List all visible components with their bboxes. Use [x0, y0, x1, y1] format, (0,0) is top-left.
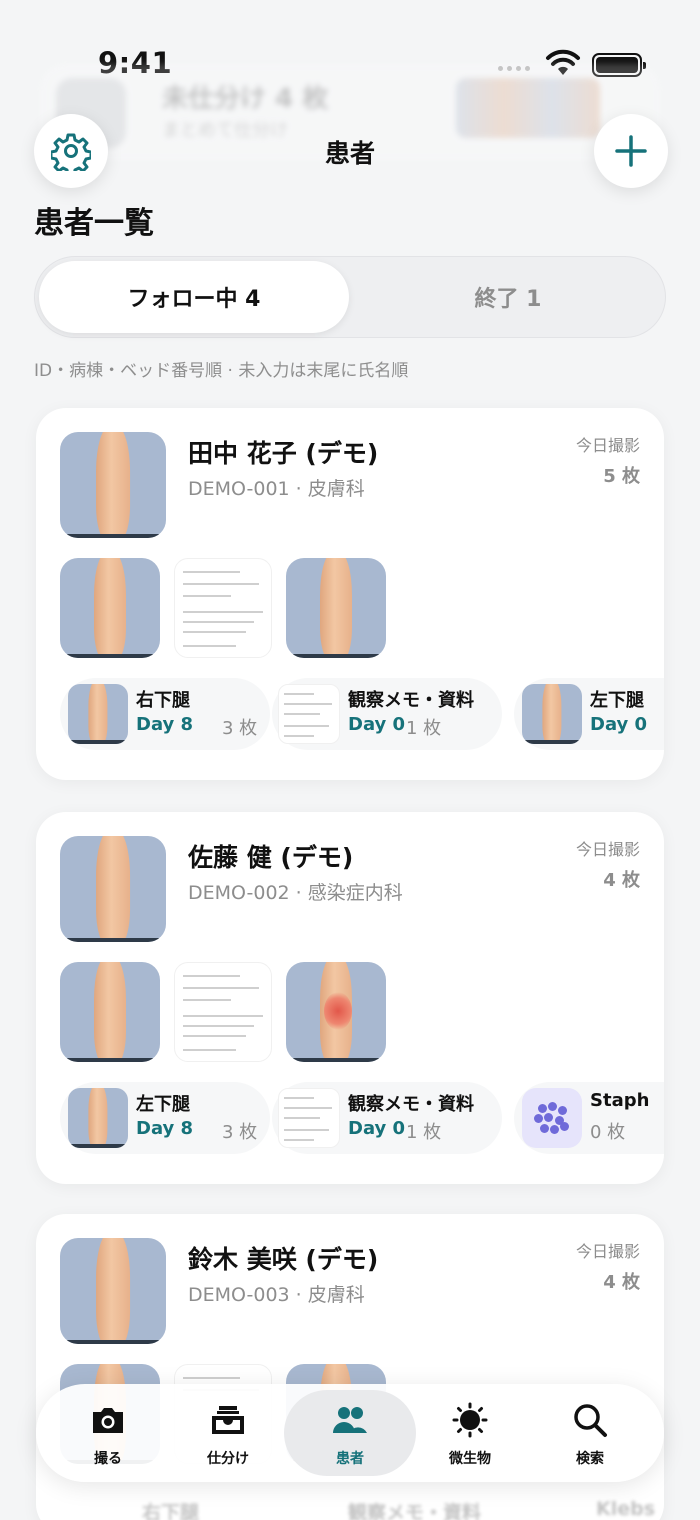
site-thumbnail — [68, 684, 128, 744]
ghost-chip-1: 右下腿 — [142, 1502, 200, 1520]
document-thumbnail[interactable] — [174, 962, 272, 1062]
site-chip[interactable]: 観察メモ・資料 Day 0 1 枚 — [272, 678, 502, 750]
tab-sort[interactable]: 仕分け — [168, 1384, 288, 1482]
site-count: 3 枚 — [222, 718, 258, 739]
tab-label: 検索 — [576, 1451, 604, 1467]
site-day: Day 0 — [348, 714, 406, 735]
tab-capture[interactable]: 撮る — [48, 1384, 168, 1482]
photo-thumbnail[interactable] — [60, 558, 160, 658]
banner-photos — [456, 78, 600, 138]
people-icon — [333, 1407, 367, 1433]
photo-thumbnail[interactable] — [286, 558, 386, 658]
photo-thumbnail[interactable] — [286, 962, 386, 1062]
site-day: Day 8 — [136, 714, 194, 735]
site-title: 観察メモ・資料 — [348, 690, 474, 711]
today-shot-count: 5 枚 — [603, 466, 640, 487]
site-title: 左下腿 — [590, 690, 644, 711]
patient-avatar-photo — [60, 836, 166, 942]
tab-label: 撮る — [94, 1451, 122, 1467]
site-thumbnail — [68, 1088, 128, 1148]
today-shot-label: 今日撮影 — [575, 436, 640, 455]
site-title: 観察メモ・資料 — [348, 1094, 474, 1115]
tab-patients[interactable]: 患者 — [284, 1390, 416, 1476]
patient-avatar-photo — [60, 1238, 166, 1344]
site-chip[interactable]: 右下腿 Day 8 3 枚 — [60, 678, 270, 750]
inbox-tray-icon — [212, 1406, 244, 1434]
patient-card[interactable]: 田中 花子 (デモ) DEMO-001 · 皮膚科 今日撮影 5 枚 右下腿 D… — [36, 408, 664, 780]
microbe-icon — [522, 1088, 582, 1148]
microbe-icon — [452, 1402, 488, 1438]
patient-name: 佐藤 健 (デモ) — [188, 843, 354, 872]
site-chip[interactable]: 左下腿 Day 8 3 枚 — [60, 1082, 270, 1154]
site-count: 1 枚 — [406, 1122, 442, 1143]
document-thumbnail[interactable] — [174, 558, 272, 658]
site-chip[interactable]: 観察メモ・資料 Day 0 1 枚 — [272, 1082, 502, 1154]
segment-ended[interactable]: 終了 1 — [353, 261, 663, 333]
site-day: Day 0 — [348, 1118, 406, 1139]
banner-title: 未仕分け 4 枚 — [162, 84, 329, 114]
patient-card[interactable]: 佐藤 健 (デモ) DEMO-002 · 感染症内科 今日撮影 4 枚 左下腿 … — [36, 812, 664, 1184]
scrolled-chip-row: 右下腿 観察メモ・資料 Klebs — [36, 1490, 664, 1520]
status-segmented-control: フォロー中 4 終了 1 — [34, 256, 666, 338]
today-shot-label: 今日撮影 — [575, 840, 640, 859]
ghost-chip-2: 観察メモ・資料 — [348, 1502, 482, 1520]
sort-note: ID・病棟・ベッド番号順 · 未入力は末尾に氏名順 — [34, 361, 409, 381]
patient-name: 鈴木 美咲 (デモ) — [188, 1245, 379, 1274]
tab-label: 微生物 — [449, 1451, 491, 1467]
organism-chip[interactable]: Staph 0 枚 — [514, 1082, 664, 1154]
site-thumbnail — [522, 684, 582, 744]
patient-id-dept: DEMO-002 · 感染症内科 — [188, 882, 403, 904]
camera-icon — [93, 1408, 123, 1433]
tab-label: 患者 — [336, 1451, 364, 1467]
site-title: 左下腿 — [136, 1094, 190, 1115]
tab-microbes[interactable]: 微生物 — [410, 1384, 530, 1482]
plus-icon — [615, 135, 647, 167]
patient-avatar-photo — [60, 432, 166, 538]
today-shot-label: 今日撮影 — [575, 1242, 640, 1261]
site-document-thumbnail — [278, 1088, 340, 1148]
today-shot-count: 4 枚 — [603, 870, 640, 891]
photo-thumbnail[interactable] — [60, 962, 160, 1062]
patient-id-dept: DEMO-003 · 皮膚科 — [188, 1284, 365, 1306]
tab-label: 仕分け — [207, 1451, 249, 1467]
site-day: Day 8 — [136, 1118, 194, 1139]
patient-list-heading: 患者一覧 — [34, 206, 154, 241]
add-patient-button[interactable] — [594, 114, 668, 188]
patient-id-dept: DEMO-001 · 皮膚科 — [188, 478, 365, 500]
organism-count: 0 枚 — [590, 1122, 626, 1143]
site-document-thumbnail — [278, 684, 340, 744]
site-count: 3 枚 — [222, 1122, 258, 1143]
organism-title: Staph — [590, 1090, 650, 1111]
site-title: 右下腿 — [136, 690, 190, 711]
site-count: 1 枚 — [406, 718, 442, 739]
ghost-chip-3: Klebs — [596, 1498, 656, 1520]
today-shot-count: 4 枚 — [603, 1272, 640, 1293]
tab-search[interactable]: 検索 — [530, 1384, 650, 1482]
site-day: Day 0 — [590, 714, 648, 735]
tab-bar: 撮る 仕分け 患者 微生物 検索 — [36, 1384, 664, 1482]
segment-following[interactable]: フォロー中 4 — [39, 261, 349, 333]
site-chip[interactable]: 左下腿 Day 0 — [514, 678, 664, 750]
patient-name: 田中 花子 (デモ) — [188, 439, 379, 468]
search-icon — [574, 1404, 607, 1437]
